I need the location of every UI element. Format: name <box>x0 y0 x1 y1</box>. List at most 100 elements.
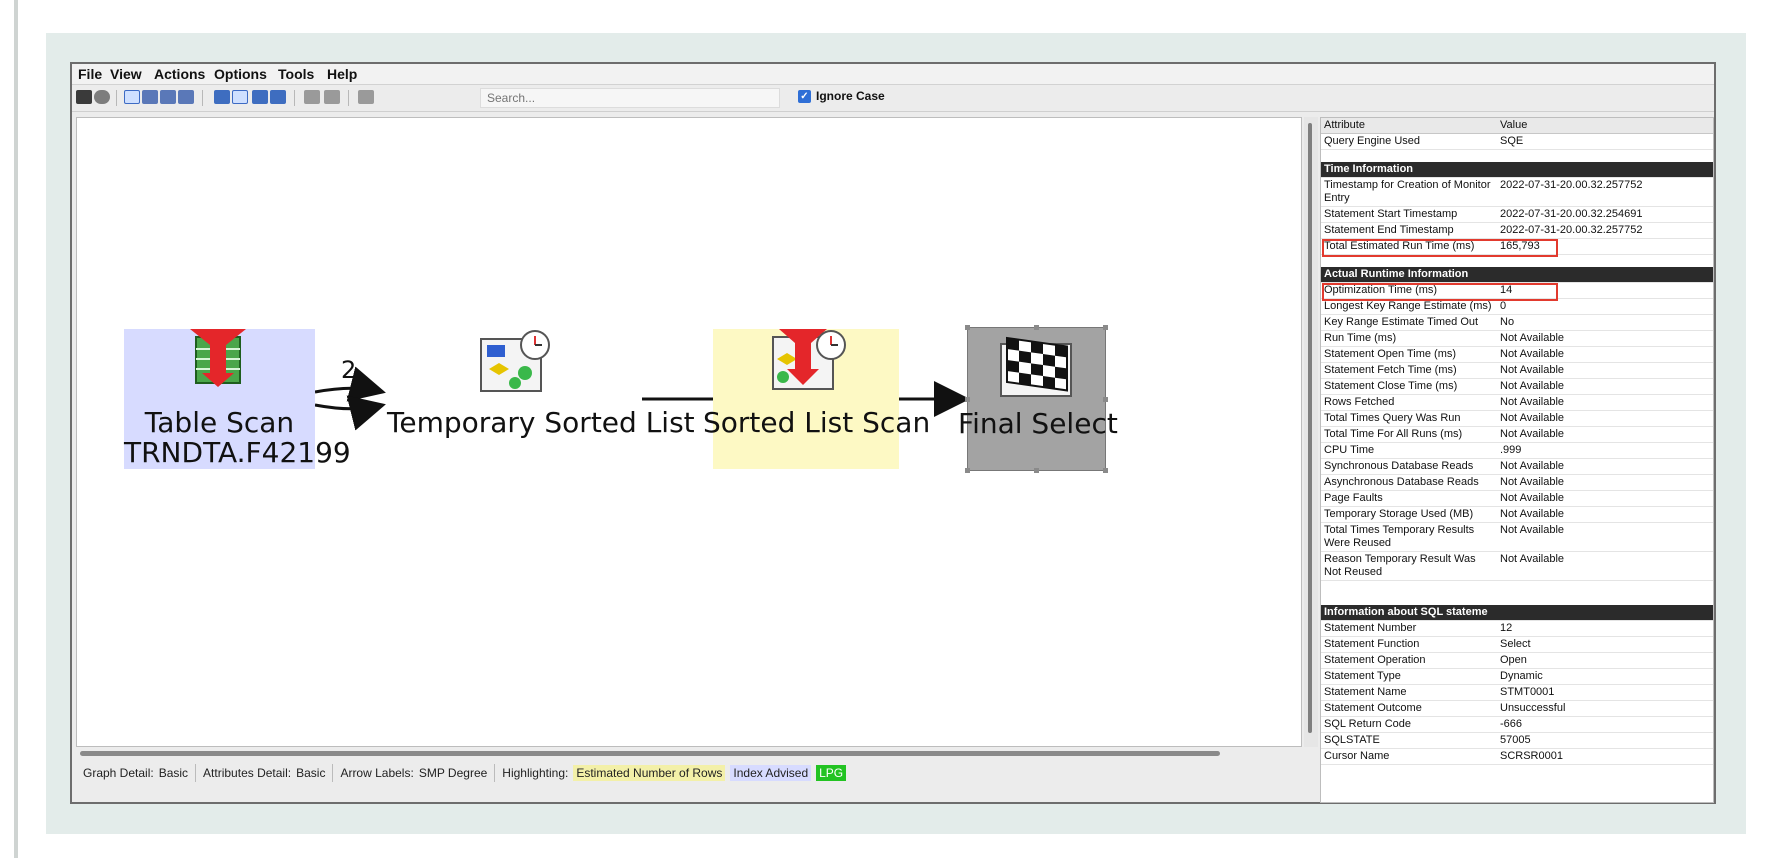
attribute-value[interactable]: Not Available <box>1497 330 1713 347</box>
attribute-name[interactable]: CPU Time <box>1321 442 1497 459</box>
node-sorted-list-scan[interactable]: Sorted List Scan <box>703 329 930 469</box>
attribute-name[interactable]: Total Times Temporary Results Were Reuse… <box>1321 522 1497 552</box>
attribute-name[interactable]: SQL Return Code <box>1321 716 1497 733</box>
layout-bottom-icon[interactable] <box>270 90 286 104</box>
attribute-name[interactable]: Statement Outcome <box>1321 700 1497 717</box>
menu-options[interactable]: Options <box>214 66 267 82</box>
attribute-name[interactable]: Statement Fetch Time (ms) <box>1321 362 1497 379</box>
layout-right-icon[interactable] <box>232 90 248 104</box>
layout-left-icon[interactable] <box>214 90 230 104</box>
graph-detail-status[interactable]: Graph Detail: Basic <box>76 764 197 782</box>
attribute-value[interactable]: SQE <box>1497 133 1713 150</box>
horizontal-scrollbar[interactable] <box>76 748 1302 758</box>
attribute-name[interactable]: Total Times Query Was Run <box>1321 410 1497 427</box>
attribute-value[interactable]: 2022-07-31-20.00.32.254691 <box>1497 206 1713 223</box>
selection-handle[interactable] <box>965 397 970 402</box>
ignore-case-option[interactable]: ✓ Ignore Case <box>798 89 885 103</box>
attribute-value[interactable] <box>1497 162 1713 178</box>
attribute-value[interactable]: 2022-07-31-20.00.32.257752 <box>1497 177 1713 207</box>
attribute-name[interactable]: Statement Name <box>1321 684 1497 701</box>
attribute-value[interactable]: Not Available <box>1497 506 1713 523</box>
rotate-icon[interactable] <box>304 90 320 104</box>
attribute-name[interactable]: Statement Start Timestamp <box>1321 206 1497 223</box>
menu-help[interactable]: Help <box>327 66 357 82</box>
attribute-value[interactable]: Dynamic <box>1497 668 1713 685</box>
attribute-name[interactable]: Reason Temporary Result Was Not Reused <box>1321 551 1497 581</box>
ignore-case-checkbox[interactable]: ✓ <box>798 89 811 103</box>
attribute-value[interactable] <box>1497 605 1713 621</box>
node-table-scan[interactable]: Table Scan TRNDTA.F42199 <box>124 329 351 469</box>
attribute-name[interactable]: Total Estimated Run Time (ms) <box>1321 238 1497 255</box>
attribute-value[interactable]: Not Available <box>1497 551 1713 581</box>
find-icon[interactable] <box>324 90 340 104</box>
attribute-name[interactable]: Key Range Estimate Timed Out <box>1321 314 1497 331</box>
attribute-name[interactable]: SQLSTATE <box>1321 732 1497 749</box>
node-temporary-sorted-list[interactable]: Temporary Sorted List <box>387 329 695 469</box>
attribute-name[interactable]: Optimization Time (ms) <box>1321 282 1497 299</box>
attribute-name[interactable]: Total Time For All Runs (ms) <box>1321 426 1497 443</box>
attribute-value[interactable]: Not Available <box>1497 362 1713 379</box>
attribute-value[interactable]: Select <box>1497 636 1713 653</box>
attribute-value[interactable]: 12 <box>1497 620 1713 637</box>
attribute-value[interactable]: 2022-07-31-20.00.32.257752 <box>1497 222 1713 239</box>
attribute-value[interactable]: Not Available <box>1497 394 1713 411</box>
highlight-icon[interactable] <box>358 90 374 104</box>
arrow-labels-status[interactable]: Arrow Labels: SMP Degree <box>333 764 496 782</box>
zoom-actual-icon[interactable] <box>178 90 194 104</box>
attribute-value[interactable]: 57005 <box>1497 732 1713 749</box>
attribute-name[interactable]: Statement End Timestamp <box>1321 222 1497 239</box>
menu-actions[interactable]: Actions <box>154 66 205 82</box>
section-title[interactable]: Information about SQL stateme <box>1321 605 1497 621</box>
selection-handle[interactable] <box>1034 468 1039 473</box>
attribute-value[interactable]: 0 <box>1497 298 1713 315</box>
attribute-column-header[interactable]: Attribute <box>1321 118 1497 134</box>
menu-tools[interactable]: Tools <box>278 66 314 82</box>
selection-handle[interactable] <box>1103 397 1108 402</box>
attribute-name[interactable]: Statement Type <box>1321 668 1497 685</box>
attribute-name[interactable]: Statement Operation <box>1321 652 1497 669</box>
graph-canvas[interactable]: 2 Table Scan TRNDTA.F42199 Temporary Sor… <box>76 117 1302 747</box>
attribute-value[interactable]: 14 <box>1497 282 1713 299</box>
attribute-value[interactable]: No <box>1497 314 1713 331</box>
attribute-value[interactable]: Not Available <box>1497 458 1713 475</box>
attribute-value[interactable]: Not Available <box>1497 474 1713 491</box>
attribute-name[interactable]: Statement Number <box>1321 620 1497 637</box>
attribute-value[interactable]: Not Available <box>1497 522 1713 552</box>
save-icon[interactable] <box>76 90 92 104</box>
attribute-name[interactable]: Temporary Storage Used (MB) <box>1321 506 1497 523</box>
attribute-name[interactable]: Synchronous Database Reads <box>1321 458 1497 475</box>
attribute-value[interactable]: Open <box>1497 652 1713 669</box>
attribute-name[interactable]: Timestamp for Creation of Monitor Entry <box>1321 177 1497 207</box>
search-input[interactable] <box>480 88 780 108</box>
selection-handle[interactable] <box>965 325 970 330</box>
selection-handle[interactable] <box>1103 325 1108 330</box>
menu-file[interactable]: File <box>78 66 102 82</box>
section-title[interactable]: Actual Runtime Information <box>1321 267 1497 283</box>
attribute-value[interactable]: Not Available <box>1497 426 1713 443</box>
attribute-name[interactable]: Statement Open Time (ms) <box>1321 346 1497 363</box>
attribute-value[interactable] <box>1497 267 1713 283</box>
attribute-value[interactable]: STMT0001 <box>1497 684 1713 701</box>
split-pane-divider[interactable] <box>1304 117 1318 747</box>
selection-handle[interactable] <box>1034 325 1039 330</box>
zoom-in-icon[interactable] <box>142 90 158 104</box>
zoom-out-icon[interactable] <box>160 90 176 104</box>
attribute-name[interactable]: Page Faults <box>1321 490 1497 507</box>
section-title[interactable]: Time Information <box>1321 162 1497 178</box>
attribute-value[interactable]: Unsuccessful <box>1497 700 1713 717</box>
value-column-header[interactable]: Value <box>1497 118 1713 134</box>
layout-top-icon[interactable] <box>252 90 268 104</box>
attribute-name[interactable]: Asynchronous Database Reads <box>1321 474 1497 491</box>
attributes-detail-status[interactable]: Attributes Detail: Basic <box>196 764 334 782</box>
menu-view[interactable]: View <box>110 66 142 82</box>
attribute-name[interactable]: Statement Function <box>1321 636 1497 653</box>
attribute-name[interactable]: Rows Fetched <box>1321 394 1497 411</box>
attribute-value[interactable]: 165,793 <box>1497 238 1713 255</box>
highlighting-status[interactable]: Highlighting: Estimated Number of Rows I… <box>495 764 853 782</box>
attribute-value[interactable]: Not Available <box>1497 346 1713 363</box>
attribute-name[interactable]: Cursor Name <box>1321 748 1497 765</box>
attribute-name[interactable]: Run Time (ms) <box>1321 330 1497 347</box>
attribute-name[interactable]: Statement Close Time (ms) <box>1321 378 1497 395</box>
selection-handle[interactable] <box>965 468 970 473</box>
attribute-name[interactable]: Query Engine Used <box>1321 133 1497 150</box>
